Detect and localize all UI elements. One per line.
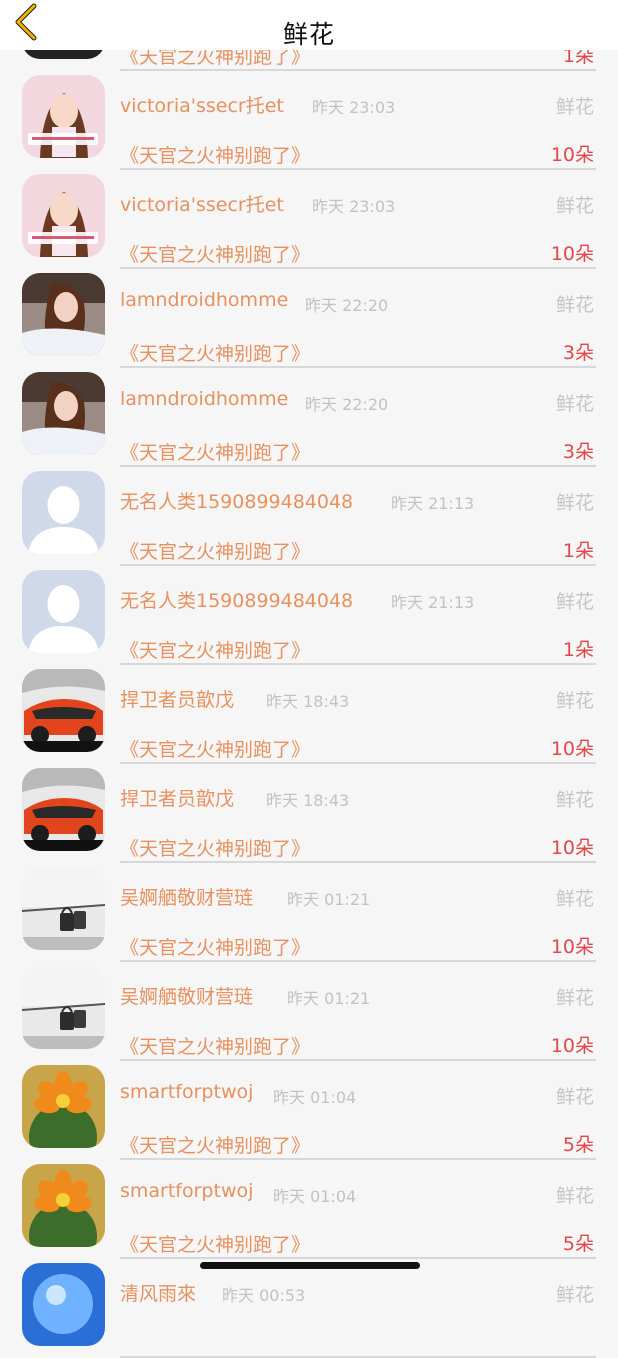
gift-type: 鲜花 — [555, 393, 594, 415]
home-indicator — [200, 1262, 420, 1269]
list-item[interactable]: 捍卫者员歆戊 昨天 18:43 鲜花 《天官之火神别跑了》 10朵 — [0, 655, 618, 764]
sender-name[interactable]: 无名人类1590899484048 — [120, 487, 353, 514]
user-avatar[interactable] — [22, 570, 105, 653]
list-item[interactable]: victoria'ssecr托et 昨天 23:03 鲜花 《天官之火神别跑了》 10朵 — [0, 160, 618, 269]
gift-type: 鲜花 — [555, 96, 594, 118]
sender-name[interactable]: 清风雨來 — [120, 1279, 196, 1306]
gift-type: 鲜花 — [555, 492, 594, 514]
gift-type: 鲜花 — [555, 789, 594, 811]
gift-time: 昨天 18:43 — [266, 692, 350, 711]
gift-time: 昨天 21:13 — [391, 593, 475, 612]
user-avatar[interactable] — [22, 1065, 105, 1148]
list-item[interactable]: 吴婀舾敬财营琏 昨天 01:21 鲜花 《天官之火神别跑了》 10朵 — [0, 952, 618, 1061]
sender-name[interactable]: lamndroidhomme — [120, 289, 288, 311]
user-avatar[interactable] — [22, 1263, 105, 1346]
gift-type: 鲜花 — [555, 888, 594, 910]
gift-type: 鲜花 — [555, 1284, 594, 1306]
gift-type: 鲜花 — [555, 1086, 594, 1108]
list-item[interactable]: lamndroidhomme 昨天 22:20 鲜花 《天官之火神别跑了》 3朵 — [0, 358, 618, 467]
gift-time: 昨天 01:04 — [273, 1187, 357, 1206]
user-avatar[interactable] — [22, 669, 105, 752]
user-avatar[interactable] — [22, 75, 105, 158]
sender-name[interactable]: victoria'ssecr托et — [120, 190, 284, 217]
gift-time: 昨天 23:03 — [312, 98, 396, 117]
gift-time: 昨天 01:21 — [287, 890, 371, 909]
list-item[interactable]: 无名人类1590899484048 昨天 21:13 鲜花 《天官之火神别跑了》 1朵 — [0, 457, 618, 566]
user-avatar[interactable] — [22, 273, 105, 356]
gift-time: 昨天 21:13 — [391, 494, 475, 513]
list-item[interactable]: victoria'ssecr托et 昨天 23:03 鲜花 《天官之火神别跑了》 10朵 — [0, 61, 618, 170]
sender-name[interactable]: lamndroidhomme — [120, 388, 288, 410]
user-avatar[interactable] — [22, 966, 105, 1049]
list-item[interactable]: smartforptwoj 昨天 01:04 鲜花 《天官之火神别跑了》 5朵 — [0, 1150, 618, 1259]
sender-name[interactable]: 捍卫者员歆戊 — [120, 685, 234, 712]
user-avatar[interactable] — [22, 372, 105, 455]
list-item[interactable]: 吴婀舾敬财营琏 昨天 01:21 鲜花 《天官之火神别跑了》 10朵 — [0, 853, 618, 962]
gift-type: 鲜花 — [555, 195, 594, 217]
list-item[interactable]: 捍卫者员歆戊 昨天 18:43 鲜花 《天官之火神别跑了》 10朵 — [0, 754, 618, 863]
sender-name[interactable]: 无名人类1590899484048 — [120, 586, 353, 613]
gift-time: 昨天 22:20 — [305, 296, 389, 315]
list-item[interactable]: smartforptwoj 昨天 01:04 鲜花 《天官之火神别跑了》 5朵 — [0, 1051, 618, 1160]
sender-name[interactable]: 吴婀舾敬财营琏 — [120, 982, 253, 1009]
list-item[interactable]: 无名人类1590899484048 昨天 21:13 鲜花 《天官之火神别跑了》 1朵 — [0, 556, 618, 665]
gift-type: 鲜花 — [555, 294, 594, 316]
gift-type: 鲜花 — [555, 690, 594, 712]
page-title: 鲜花 — [282, 20, 335, 49]
sender-name[interactable]: 吴婀舾敬财营琏 — [120, 883, 253, 910]
gift-type: 鲜花 — [555, 987, 594, 1009]
sender-name[interactable]: victoria'ssecr托et — [120, 91, 284, 118]
flower-gift-list[interactable]: 《天官之火神别跑了》 1朵 victoria'ssecr托et 昨天 23:03 鲜花… — [0, 0, 618, 1358]
user-avatar[interactable] — [22, 174, 105, 257]
gift-time: 昨天 22:20 — [305, 395, 389, 414]
sender-name[interactable]: 捍卫者员歆戊 — [120, 784, 234, 811]
gift-type: 鲜花 — [555, 591, 594, 613]
user-avatar[interactable] — [22, 867, 105, 950]
nav-bar: 鲜花 — [0, 0, 618, 50]
gift-time: 昨天 00:53 — [222, 1286, 306, 1305]
sender-name[interactable]: smartforptwoj — [120, 1081, 253, 1103]
sender-name[interactable]: smartforptwoj — [120, 1180, 253, 1202]
user-avatar[interactable] — [22, 471, 105, 554]
gift-time: 昨天 23:03 — [312, 197, 396, 216]
list-item[interactable]: lamndroidhomme 昨天 22:20 鲜花 《天官之火神别跑了》 3朵 — [0, 259, 618, 368]
user-avatar[interactable] — [22, 768, 105, 851]
gift-time: 昨天 18:43 — [266, 791, 350, 810]
gift-time: 昨天 01:21 — [287, 989, 371, 1008]
user-avatar[interactable] — [22, 1164, 105, 1247]
gift-type: 鲜花 — [555, 1185, 594, 1207]
gift-time: 昨天 01:04 — [273, 1088, 357, 1107]
